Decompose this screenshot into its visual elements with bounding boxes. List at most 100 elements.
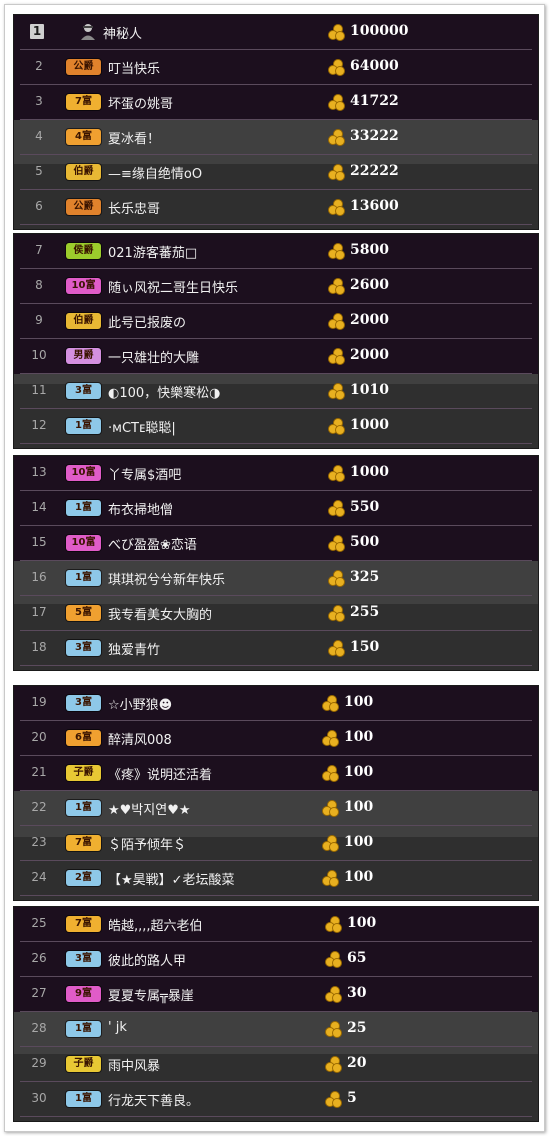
rank-badge: 2富 — [66, 870, 101, 886]
list-item[interactable]: 23 7富 ＄陌予倾年＄ 100 — [14, 826, 538, 861]
user-name[interactable]: 琪琪祝兮兮新年快乐 — [108, 569, 225, 588]
coin-icon — [321, 870, 339, 887]
user-name[interactable]: 雨中风暴 — [108, 1055, 160, 1074]
list-item[interactable]: 29 子爵 雨中风暴 20 — [14, 1047, 538, 1082]
user-name[interactable]: 独爱青竹 — [108, 639, 160, 658]
coin-icon — [321, 730, 339, 747]
rank-number: 20 — [31, 730, 47, 744]
coin-icon — [321, 800, 339, 817]
user-name[interactable]: 【★昊戦】✓老坛酸菜 — [108, 869, 235, 888]
user-name[interactable]: 丫专属$酒吧 — [108, 464, 181, 483]
list-item[interactable]: 30 1富 行龙天下善良。 5 — [14, 1082, 538, 1117]
list-item[interactable]: 4 4富 夏冰看！ 33222 — [14, 120, 538, 155]
rank-badge: 1富 — [66, 1021, 101, 1037]
coin-amount: 13600 — [350, 198, 399, 214]
user-name[interactable]: 彼此的路人甲 — [108, 950, 186, 969]
coin-icon — [327, 535, 345, 552]
user-name[interactable]: 021游客蕃茄□ — [108, 242, 197, 261]
rank-number: 19 — [31, 695, 47, 709]
rank-badge: 1富 — [66, 418, 101, 434]
rank-number: 30 — [31, 1091, 47, 1105]
coin-icon — [324, 1056, 342, 1073]
coin-icon — [324, 986, 342, 1003]
list-item[interactable]: 6 公爵 长乐忠哥 13600 — [14, 190, 538, 225]
coin-icon — [321, 835, 339, 852]
list-item[interactable]: 21 子爵 《疼》说明还活着 100 — [14, 756, 538, 791]
rank-badge: 10富 — [66, 465, 101, 481]
coin-icon — [327, 313, 345, 330]
user-name[interactable]: 行龙天下善良。 — [108, 1090, 199, 1109]
list-item[interactable]: 11 3富 ◐100，快樂寒松◑ 1010 — [14, 374, 538, 409]
user-name[interactable]: 神秘人 — [103, 23, 142, 42]
list-item[interactable]: 8 10富 随ぃ风祝二哥生日快乐 2600 — [14, 269, 538, 304]
user-name[interactable]: べび盈盈❀恋语 — [108, 534, 197, 553]
coin-icon — [327, 383, 345, 400]
user-name[interactable]: 布衣掃地僧 — [108, 499, 173, 518]
list-item[interactable]: 18 3富 独爱青竹 150 — [14, 631, 538, 666]
coin-amount: 65 — [347, 950, 367, 966]
user-name[interactable]: 坏蛋の姚哥 — [108, 93, 173, 112]
user-name[interactable]: ◐100，快樂寒松◑ — [108, 382, 221, 401]
list-item[interactable]: 5 伯爵 —≡缘自绝情oO 22222 — [14, 155, 538, 190]
user-name[interactable]: 叮当快乐 — [108, 58, 160, 77]
list-item[interactable]: 24 2富 【★昊戦】✓老坛酸菜 100 — [14, 861, 538, 896]
coin-icon — [327, 94, 345, 111]
list-item[interactable]: 22 1富 ★♥박지연♥★ 100 — [14, 791, 538, 826]
list-item[interactable]: 28 1富 ' jk 25 — [14, 1012, 538, 1047]
user-name[interactable]: 长乐忠哥 — [108, 198, 160, 217]
user-name[interactable]: 夏夏专属╦暴崖 — [108, 985, 194, 1004]
user-name[interactable]: —≡缘自绝情oO — [108, 163, 202, 182]
list-item[interactable]: 3 7富 坏蛋の姚哥 41722 — [14, 85, 538, 120]
list-item[interactable]: 19 3富 ☆小野狼☻ 100 — [14, 686, 538, 721]
user-name[interactable]: 皓越,,,,超六老伯 — [108, 915, 203, 934]
rank-number: 21 — [31, 765, 47, 779]
user-name[interactable]: 夏冰看！ — [108, 128, 160, 147]
user-icon — [81, 24, 95, 40]
rank-badge: 3富 — [66, 951, 101, 967]
coin-icon — [327, 348, 345, 365]
coin-icon — [327, 640, 345, 657]
list-item[interactable]: 1 神秘人 100000 — [14, 15, 538, 50]
rank-panel: 聊天点歌礼单游戏131神秘人1000002公爵叮当快乐6400037富坏蛋の姚哥… — [13, 14, 539, 230]
list-item[interactable]: 13 10富 丫专属$酒吧 1000 — [14, 456, 538, 491]
rank-number: 28 — [31, 1021, 47, 1035]
coin-amount: 30 — [347, 985, 367, 1001]
list-item[interactable]: 14 1富 布衣掃地僧 550 — [14, 491, 538, 526]
rank-panel: 聊天点歌礼单游戏121310富丫专属$酒吧1000141富布衣掃地僧550151… — [13, 455, 539, 671]
coin-amount: 20 — [347, 1055, 367, 1071]
list-item[interactable]: 7 侯爵 021游客蕃茄□ 5800 — [14, 234, 538, 269]
coin-amount: 5800 — [350, 242, 389, 258]
list-item[interactable]: 25 7富 皓越,,,,超六老伯 100 — [14, 907, 538, 942]
list-item[interactable]: 9 伯爵 此号已报废の 2000 — [14, 304, 538, 339]
row-divider — [20, 665, 532, 666]
coin-amount: 255 — [350, 604, 380, 620]
list-item[interactable]: 10 男爵 一只雄壮的大雕 2000 — [14, 339, 538, 374]
rank-number: 5 — [35, 164, 43, 178]
user-name[interactable]: ·ᴍCTᴇ聪聪| — [108, 417, 176, 436]
row-divider — [20, 224, 532, 225]
list-item[interactable]: 12 1富 ·ᴍCTᴇ聪聪| 1000 — [14, 409, 538, 444]
list-item[interactable]: 26 3富 彼此的路人甲 65 — [14, 942, 538, 977]
user-name[interactable]: 我专看美女大胸的 — [108, 604, 212, 623]
rank-number: 9 — [35, 313, 43, 327]
list-item[interactable]: 27 9富 夏夏专属╦暴崖 30 — [14, 977, 538, 1012]
user-name[interactable]: ☆小野狼☻ — [108, 694, 172, 713]
list-item[interactable]: 20 6富 醉清风008 100 — [14, 721, 538, 756]
rank-number: 10 — [31, 348, 47, 362]
user-name[interactable]: 《疼》说明还活着 — [108, 764, 212, 783]
user-name[interactable]: 一只雄壮的大雕 — [108, 347, 199, 366]
user-name[interactable]: ＄陌予倾年＄ — [108, 834, 186, 853]
rank-badge: 9富 — [66, 986, 101, 1002]
coin-amount: 100 — [344, 694, 374, 710]
list-item[interactable]: 17 5富 我专看美女大胸的 255 — [14, 596, 538, 631]
rank-badge: 7富 — [66, 916, 101, 932]
list-item[interactable]: 16 1富 琪琪祝兮兮新年快乐 325 — [14, 561, 538, 596]
user-name[interactable]: ' jk — [108, 1020, 127, 1035]
user-name[interactable]: 此号已报废の — [108, 312, 186, 331]
user-name[interactable]: 随ぃ风祝二哥生日快乐 — [108, 277, 238, 296]
list-item[interactable]: 2 公爵 叮当快乐 64000 — [14, 50, 538, 85]
user-name[interactable]: 醉清风008 — [108, 729, 172, 748]
user-name[interactable]: ★♥박지연♥★ — [108, 799, 191, 818]
list-item[interactable]: 15 10富 べび盈盈❀恋语 500 — [14, 526, 538, 561]
coin-amount: 100 — [347, 915, 377, 931]
